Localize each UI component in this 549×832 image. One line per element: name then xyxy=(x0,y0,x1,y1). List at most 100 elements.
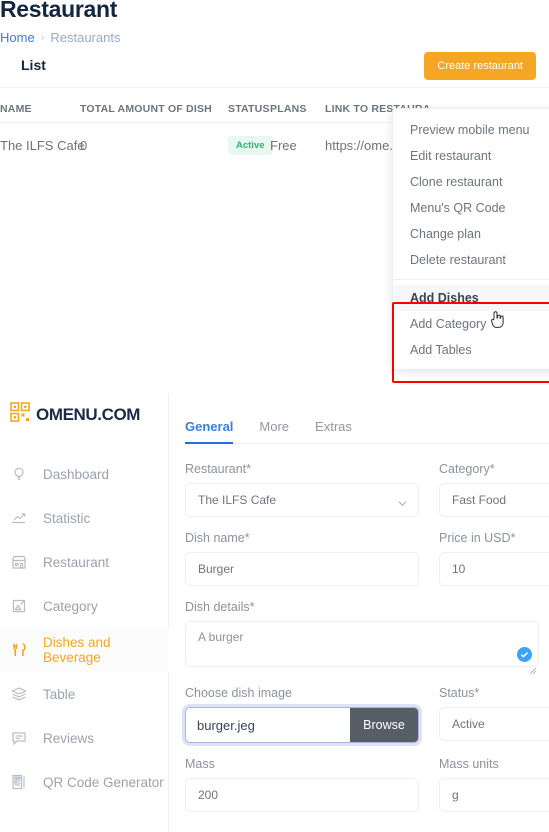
lightbulb-icon xyxy=(10,465,28,483)
sidebar-item-label: Dishes and Beverage xyxy=(43,635,111,665)
brand-logo[interactable]: OMENU.COM xyxy=(10,402,140,427)
dish-name-label: Dish name* xyxy=(185,531,250,545)
cell-plans: Free xyxy=(270,137,297,153)
create-restaurant-button[interactable]: Create restaurant xyxy=(424,52,536,80)
form-row-mass-units: Mass Mass units xyxy=(185,757,549,812)
breadcrumb-separator-icon: › xyxy=(40,31,45,44)
dish-details-label: Dish details* xyxy=(185,600,255,614)
status-label: Status* xyxy=(439,686,480,700)
menu-divider xyxy=(393,279,549,280)
form-tabs: General More Extras xyxy=(185,418,549,444)
mass-units-label: Mass units xyxy=(439,757,499,771)
sidebar-item-label: Dashboard xyxy=(43,466,110,482)
cell-name: The ILFS Cafe xyxy=(0,137,85,153)
sidebar-item-table[interactable]: Table xyxy=(0,672,169,716)
browse-button[interactable]: Browse xyxy=(350,708,418,742)
page-title: Restaurant xyxy=(0,0,118,22)
trend-up-icon xyxy=(10,509,28,527)
signpost-icon xyxy=(10,597,28,615)
field-mass-units: Mass units xyxy=(439,757,549,812)
dish-image-file-input[interactable]: burger.jeg Browse xyxy=(185,707,419,743)
field-category: Category* xyxy=(439,462,549,517)
sidebar-item-label: Reviews xyxy=(43,730,95,746)
sidebar-item-restaurant[interactable]: Restaurant xyxy=(0,540,169,584)
sidebar-item-dashboard[interactable]: Dashboard xyxy=(0,452,169,496)
menu-item-add-tables[interactable]: Add Tables xyxy=(393,337,549,363)
sidebar-item-statistic[interactable]: Statistic xyxy=(0,496,169,540)
sidebar-item-label: Table xyxy=(43,686,76,702)
comment-icon xyxy=(10,729,28,747)
mass-input[interactable] xyxy=(185,778,419,812)
app-root: Restaurant Home › Restaurants List Creat… xyxy=(0,0,549,832)
sidebar-item-label: Statistic xyxy=(43,510,91,526)
field-price: Price in USD* xyxy=(439,531,549,586)
breadcrumb-current: Restaurants xyxy=(50,30,121,45)
sidebar-item-label: QR Code Generator xyxy=(43,774,164,790)
restaurant-label: Restaurant* xyxy=(185,462,252,476)
sidebar-item-category[interactable]: Category xyxy=(0,584,169,628)
menu-item-edit-restaurant[interactable]: Edit restaurant xyxy=(393,143,549,169)
menu-group-add: Add Dishes Add Category Add Tables xyxy=(393,285,549,363)
sidebar-item-label: Category xyxy=(43,598,98,614)
menu-item-add-category[interactable]: Add Category xyxy=(393,311,549,337)
sidebar-nav: Dashboard Statistic Restaurant Category … xyxy=(0,452,169,804)
menu-item-menus-qr-code[interactable]: Menu's QR Code xyxy=(393,195,549,221)
dish-name-input[interactable] xyxy=(185,552,419,586)
sidebar: OMENU.COM Dashboard Statistic Restaurant… xyxy=(0,394,169,832)
store-icon xyxy=(10,553,28,571)
status-badge: Active xyxy=(228,135,273,155)
cell-status: Active xyxy=(228,135,273,155)
column-header-total: TOTAL AMOUNT OF DISH xyxy=(80,102,212,115)
field-dish-image: Choose dish image burger.jeg Browse xyxy=(185,686,419,743)
tab-extras[interactable]: Extras xyxy=(315,419,352,444)
field-restaurant: Restaurant* xyxy=(185,462,419,517)
qr-generator-icon xyxy=(10,773,28,791)
restaurant-select[interactable] xyxy=(185,483,419,517)
price-label: Price in USD* xyxy=(439,531,516,545)
mass-label: Mass xyxy=(185,757,215,771)
breadcrumb-home-link[interactable]: Home xyxy=(0,30,35,45)
menu-item-add-dishes[interactable]: Add Dishes xyxy=(393,285,549,311)
cutlery-icon xyxy=(10,641,28,659)
field-status: Status* xyxy=(439,686,549,743)
cell-total: 0 xyxy=(80,137,88,153)
category-label: Category* xyxy=(439,462,495,476)
restaurant-select-wrap xyxy=(185,483,419,517)
form-row-restaurant-category: Restaurant* Category* xyxy=(185,462,549,517)
field-mass: Mass xyxy=(185,757,419,812)
sidebar-item-qr-code-generator[interactable]: QR Code Generator xyxy=(0,760,169,804)
tab-general[interactable]: General xyxy=(185,419,234,444)
field-dish-name: Dish name* xyxy=(185,531,419,586)
restaurant-list-panel: Restaurant Home › Restaurants List Creat… xyxy=(0,0,549,393)
breadcrumb: Home › Restaurants xyxy=(0,30,120,45)
pointer-cursor-icon xyxy=(489,309,505,329)
status-select[interactable] xyxy=(439,707,549,741)
sidebar-item-reviews[interactable]: Reviews xyxy=(0,716,169,760)
column-header-status: STATUS xyxy=(228,102,270,115)
dish-image-label: Choose dish image xyxy=(185,686,293,700)
form-fields: Restaurant* Category* xyxy=(185,462,549,812)
dish-details-textarea[interactable]: A burger xyxy=(185,621,539,667)
brand-name: OMENU.COM xyxy=(36,404,141,424)
menu-item-delete-restaurant[interactable]: Delete restaurant xyxy=(393,247,549,273)
menu-item-preview-mobile-menu[interactable]: Preview mobile menu xyxy=(393,117,549,143)
menu-item-change-plan[interactable]: Change plan xyxy=(393,221,549,247)
restaurant-actions-dropdown: Preview mobile menu Edit restaurant Clon… xyxy=(392,108,549,370)
layers-icon xyxy=(10,685,28,703)
sidebar-item-dishes-and-beverage[interactable]: Dishes and Beverage xyxy=(0,628,169,672)
form-row-dishname-price: Dish name* Price in USD* xyxy=(185,531,549,586)
menu-item-clone-restaurant[interactable]: Clone restaurant xyxy=(393,169,549,195)
qr-code-icon xyxy=(10,402,30,427)
category-select[interactable] xyxy=(439,483,549,517)
dish-form: General More Extras Restaurant* The ILFS… xyxy=(169,394,549,832)
list-card-header: List Create restaurant xyxy=(0,48,549,88)
grammar-check-icon[interactable] xyxy=(517,647,532,662)
price-input[interactable] xyxy=(439,552,549,586)
dish-details-wrap: A burger xyxy=(185,621,539,675)
selected-file-name: burger.jeg xyxy=(197,717,255,733)
mass-units-select[interactable] xyxy=(439,778,549,812)
field-dish-details: Dish details* A burger xyxy=(185,600,539,675)
column-header-plans: PLANS xyxy=(270,102,307,115)
dish-form-panel: OMENU.COM Dashboard Statistic Restaurant… xyxy=(0,393,549,832)
tab-more[interactable]: More xyxy=(259,419,289,444)
